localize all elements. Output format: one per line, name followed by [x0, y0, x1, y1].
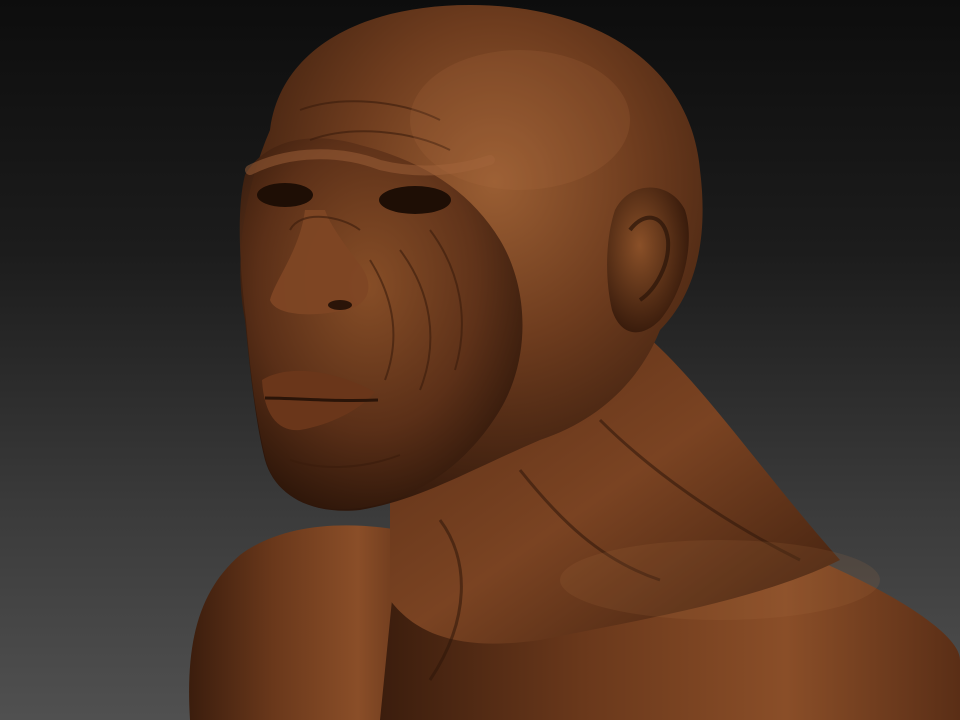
- left-eye-socket: [257, 183, 313, 207]
- right-eye-socket: [379, 186, 451, 214]
- shoulder-highlight: [560, 540, 880, 620]
- nostril: [328, 300, 352, 310]
- bust-render: [189, 5, 960, 720]
- sculpt-viewport[interactable]: [0, 0, 960, 720]
- ear: [607, 187, 689, 333]
- head-highlight: [410, 50, 630, 190]
